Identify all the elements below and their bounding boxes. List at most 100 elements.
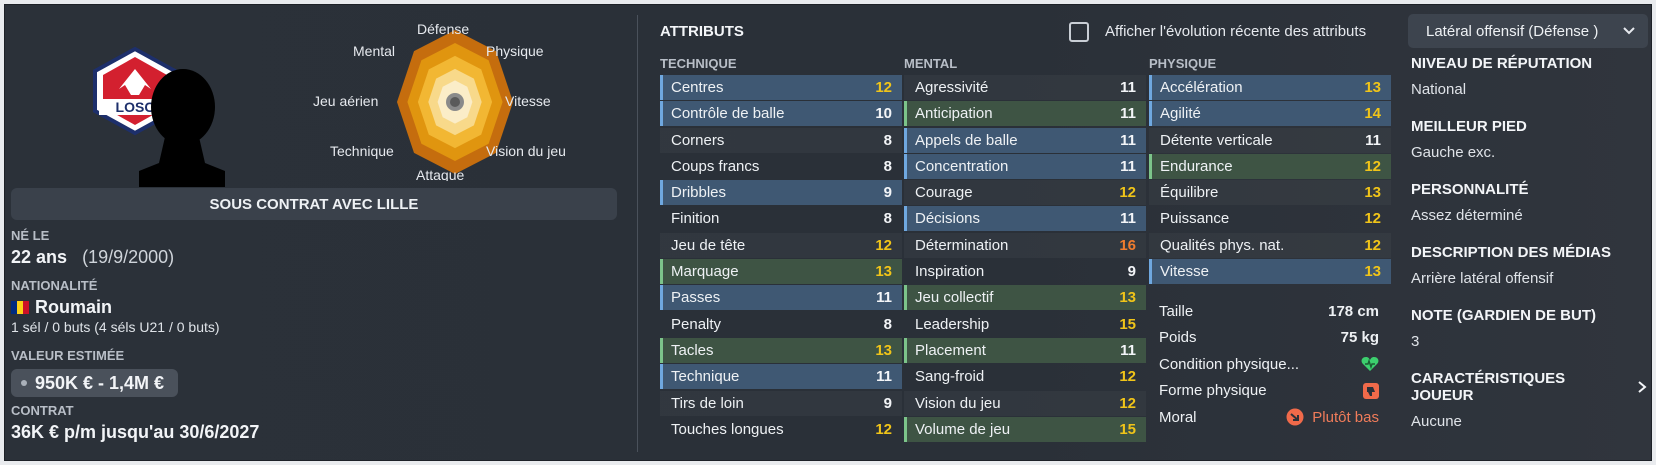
- attribute-name: Équilibre: [1160, 184, 1219, 202]
- attribute-name: Centres: [671, 79, 724, 96]
- contract-status-banner[interactable]: SOUS CONTRAT AVEC LILLE: [11, 188, 617, 220]
- attribute-row[interactable]: Détermination 16: [904, 233, 1146, 258]
- attribute-name: Détente verticale: [1160, 131, 1273, 149]
- attribute-row[interactable]: Technique 11: [660, 364, 902, 390]
- attribute-row[interactable]: Qualités phys. nat. 12: [1149, 233, 1391, 258]
- physique-heading: PHYSIQUE: [1149, 56, 1217, 71]
- attribute-row[interactable]: Appels de balle 11: [904, 127, 1146, 153]
- attribute-row[interactable]: Penalty 8: [660, 312, 902, 337]
- arrow-down-icon: [1286, 408, 1304, 426]
- attribute-row[interactable]: Agressivité 11: [904, 75, 1146, 100]
- attribute-row[interactable]: Décisions 11: [904, 206, 1146, 232]
- goalkeeper-rating-value: 3: [1411, 333, 1420, 350]
- attribute-name: Coups francs: [671, 157, 760, 175]
- heart-icon: [1361, 357, 1379, 372]
- attribute-row[interactable]: Détente verticale 11: [1149, 128, 1391, 153]
- age-text: 22 ans: [11, 247, 68, 267]
- attribute-row[interactable]: Jeu collectif 13: [904, 285, 1146, 311]
- attribute-value: 11: [1120, 79, 1136, 96]
- media-description-value: Arrière latéral offensif: [1411, 270, 1554, 287]
- attribute-value: 13: [1364, 184, 1381, 202]
- attribute-name: Vision du jeu: [915, 394, 1001, 412]
- attribute-row[interactable]: Tirs de loin 9: [660, 391, 902, 416]
- attribute-value: 12: [875, 420, 892, 438]
- condition-row[interactable]: Condition physique...: [1149, 351, 1389, 378]
- goalkeeper-rating-label: NOTE (GARDIEN DE BUT): [1411, 307, 1596, 324]
- attribute-row[interactable]: Leadership 15: [904, 312, 1146, 337]
- radar-label-bottom-right: Vision du jeu: [486, 143, 566, 159]
- player-traits-section[interactable]: CARACTÉRISTIQUES JOUEUR Aucune: [1411, 370, 1647, 430]
- player-traits-link[interactable]: CARACTÉRISTIQUES JOUEUR: [1411, 370, 1647, 404]
- attribute-row[interactable]: Contrôle de balle 10: [660, 101, 902, 127]
- attribute-row[interactable]: Courage 12: [904, 180, 1146, 205]
- role-dropdown[interactable]: Latéral offensif (Défense ): [1408, 14, 1648, 48]
- value-bullet-icon: [21, 380, 27, 386]
- radar-label-left: Jeu aérien: [313, 93, 379, 109]
- morale-row[interactable]: Moral Plutôt bas: [1149, 404, 1389, 431]
- attribute-row[interactable]: Concentration 11: [904, 153, 1146, 179]
- attribute-row[interactable]: Coups francs 8: [660, 154, 902, 179]
- attribute-row[interactable]: Dribbles 9: [660, 180, 902, 206]
- attribute-name: Anticipation: [915, 105, 993, 123]
- show-evolution-checkbox[interactable]: [1069, 22, 1089, 42]
- attribute-name: Détermination: [915, 236, 1009, 254]
- player-overview: LOSC Défense Physique Vitesse Vision du …: [5, 5, 633, 462]
- attribute-row[interactable]: Tacles 13: [660, 337, 902, 363]
- born-label: NÉ LE: [11, 228, 50, 243]
- attribute-value: 9: [883, 184, 892, 202]
- show-evolution-label[interactable]: Afficher l'évolution récente des attribu…: [1105, 23, 1366, 40]
- attribute-row[interactable]: Endurance 12: [1149, 153, 1391, 179]
- attribute-name: Appels de balle: [915, 131, 1018, 149]
- attribute-value: 12: [875, 236, 892, 254]
- estimated-value-pill[interactable]: 950K € - 1,4M €: [11, 369, 179, 397]
- attribute-row[interactable]: Jeu de tête 12: [660, 233, 902, 258]
- attribute-row[interactable]: Anticipation 11: [904, 101, 1146, 127]
- attribute-row[interactable]: Marquage 13: [660, 259, 902, 285]
- contract-label: CONTRAT: [11, 403, 74, 418]
- attribute-name: Penalty: [671, 315, 722, 333]
- weight-value: 75 kg: [1340, 329, 1379, 347]
- attribute-row[interactable]: Passes 11: [660, 285, 902, 311]
- form-row[interactable]: Forme physique: [1149, 378, 1389, 405]
- attribute-row[interactable]: Agilité 14: [1149, 101, 1391, 127]
- attribute-value: 9: [883, 394, 892, 412]
- attribute-row[interactable]: Volume de jeu 15: [904, 416, 1146, 442]
- attribute-row[interactable]: Sang-froid 12: [904, 364, 1146, 389]
- reputation-label: NIVEAU DE RÉPUTATION: [1411, 55, 1593, 72]
- attribute-row[interactable]: Vitesse 13: [1149, 259, 1391, 285]
- panel-divider: [637, 15, 638, 452]
- morale-text: Plutôt bas: [1312, 408, 1379, 426]
- attribute-row[interactable]: Centres 12: [660, 75, 902, 100]
- thumbs-down-icon: [1363, 382, 1379, 399]
- attribute-row[interactable]: Finition 8: [660, 206, 902, 231]
- attribute-row[interactable]: Puissance 12: [1149, 206, 1391, 231]
- born-value: 22 ans (19/9/2000): [11, 247, 174, 268]
- radar-label-bottom-left: Technique: [330, 143, 394, 159]
- nationality-label: NATIONALITÉ: [11, 278, 98, 293]
- form-label: Forme physique: [1159, 382, 1267, 400]
- attribute-row[interactable]: Accélération 13: [1149, 75, 1391, 100]
- attribute-row[interactable]: Inspiration 9: [904, 259, 1146, 284]
- value-label: VALEUR ESTIMÉE: [11, 348, 125, 363]
- attribute-name: Tacles: [671, 341, 714, 359]
- attribute-name: Passes: [671, 289, 721, 307]
- nationality-value[interactable]: Roumain: [11, 297, 112, 318]
- attribute-name: Dribbles: [671, 184, 727, 202]
- mental-heading: MENTAL: [904, 56, 958, 71]
- attribute-name: Accélération: [1160, 79, 1243, 96]
- attribute-value: 8: [883, 210, 892, 228]
- radar-label-top-right: Physique: [486, 43, 544, 59]
- attribute-value: 12: [1119, 184, 1136, 202]
- reputation-section: NIVEAU DE RÉPUTATION National: [1411, 55, 1647, 98]
- attribute-row[interactable]: Touches longues 12: [660, 417, 902, 442]
- attribute-value: 13: [875, 263, 892, 281]
- morale-label: Moral: [1159, 408, 1197, 426]
- physical-details: Taille 178 cm Poids 75 kg Condition phys…: [1149, 298, 1389, 431]
- attribute-row[interactable]: Équilibre 13: [1149, 180, 1391, 205]
- weight-row: Poids 75 kg: [1149, 325, 1389, 352]
- attribute-row[interactable]: Vision du jeu 12: [904, 391, 1146, 416]
- contract-terms: 36K € p/m jusqu'au 30/6/2027: [11, 422, 260, 442]
- attribute-name: Finition: [671, 210, 720, 228]
- attribute-row[interactable]: Placement 11: [904, 337, 1146, 363]
- attribute-row[interactable]: Corners 8: [660, 128, 902, 153]
